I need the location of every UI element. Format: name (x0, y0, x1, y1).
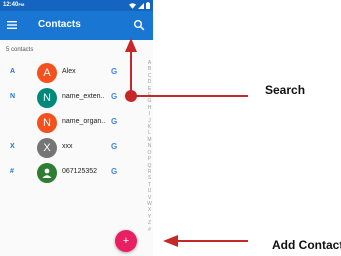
google-icon: G (111, 167, 118, 176)
contact-name: 067125352 (62, 168, 98, 175)
add-contact-callout-label: Add Contact (272, 238, 341, 252)
contact-row[interactable]: N N name_exten.. G (0, 87, 145, 109)
search-callout-label: Search (265, 83, 306, 97)
status-time: 12:40PM (3, 2, 25, 8)
search-icon[interactable] (133, 19, 145, 31)
avatar: X (37, 138, 57, 158)
add-contact-button[interactable]: + (115, 230, 137, 252)
avatar: N (37, 88, 57, 108)
section-letter: # (10, 168, 14, 175)
section-letter: A (10, 68, 16, 75)
contact-row[interactable]: # 067125352 G (0, 162, 145, 184)
alphabet-index[interactable]: A B C D E F G H I J K L M N O P Q R S T U V W X Y Z # (146, 60, 153, 233)
wifi-icon (129, 2, 136, 9)
status-bar: 12:40PM (0, 0, 153, 11)
menu-icon[interactable] (6, 19, 18, 31)
contact-name: xxx (62, 143, 73, 150)
contact-name: Alex (62, 68, 76, 75)
avatar: N (37, 113, 57, 133)
contact-name: name_organ.. (62, 118, 106, 125)
contacts-count: 5 contacts (6, 47, 34, 53)
google-icon: G (111, 92, 118, 101)
person-icon (42, 168, 52, 178)
add-contact-arrow-head (163, 235, 178, 247)
avatar (37, 163, 57, 183)
contact-row[interactable]: A A Alex G (0, 62, 145, 84)
contact-row[interactable]: N name_organ.. G (0, 112, 145, 134)
app-bar: Contacts (0, 11, 153, 40)
signal-icon (138, 2, 144, 9)
phone-screen: 12:40PM Contacts 5 contacts A A Alex G N… (0, 0, 153, 256)
google-icon: G (111, 142, 118, 151)
battery-icon (146, 2, 150, 9)
contact-name: name_exten.. (62, 93, 105, 100)
status-icons (129, 1, 150, 10)
google-icon: G (111, 67, 118, 76)
section-letter: X (10, 143, 15, 150)
index-letter[interactable]: # (148, 227, 151, 233)
google-icon: G (111, 117, 118, 126)
contact-row[interactable]: X X xxx G (0, 137, 145, 159)
section-letter: N (10, 93, 16, 100)
avatar: A (37, 63, 57, 83)
app-title: Contacts (38, 19, 81, 30)
